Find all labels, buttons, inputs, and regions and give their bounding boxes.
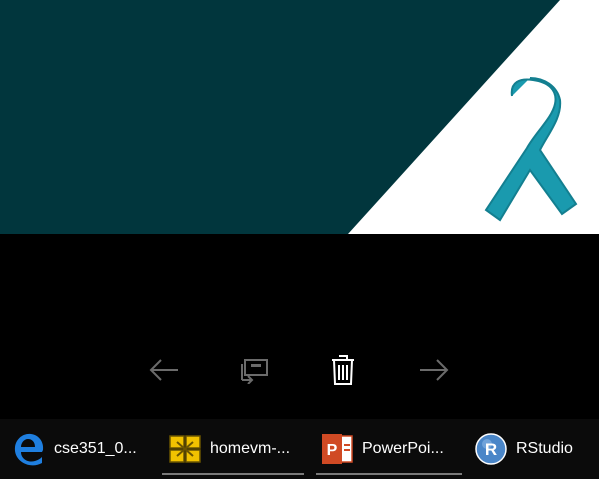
delete-button[interactable] — [321, 348, 365, 392]
arrow-left-icon — [149, 359, 178, 381]
taskbar-item-edge[interactable]: cse351_0... — [6, 419, 146, 479]
running-indicator — [316, 473, 462, 475]
slide-preview — [0, 0, 599, 234]
taskbar-item-label: RStudio — [516, 440, 573, 457]
arrow-right-icon — [420, 359, 449, 381]
cast-to-device-icon — [241, 359, 268, 384]
cast-button[interactable] — [232, 348, 276, 392]
svg-text:R: R — [485, 440, 497, 459]
taskbar: cse351_0... homevm-... P PowerPoi... R R… — [0, 419, 599, 479]
taskbar-item-label: PowerPoi... — [362, 440, 444, 457]
trash-icon — [332, 355, 354, 385]
taskbar-item-rstudio[interactable]: R RStudio — [472, 419, 592, 479]
taskbar-item-powerpoint[interactable]: P PowerPoi... — [316, 419, 462, 479]
slide-preview-image — [0, 0, 599, 234]
viewer-controls — [0, 234, 599, 419]
next-button[interactable] — [412, 348, 456, 392]
running-indicator — [162, 473, 304, 475]
vmware-icon — [169, 435, 201, 463]
previous-button[interactable] — [142, 348, 186, 392]
taskbar-item-vmware[interactable]: homevm-... — [162, 419, 304, 479]
edge-icon — [14, 433, 44, 466]
taskbar-item-label: cse351_0... — [54, 440, 137, 457]
rstudio-icon: R — [475, 433, 507, 465]
powerpoint-icon: P — [322, 434, 353, 464]
svg-text:P: P — [327, 442, 338, 459]
taskbar-item-label: homevm-... — [210, 440, 291, 457]
